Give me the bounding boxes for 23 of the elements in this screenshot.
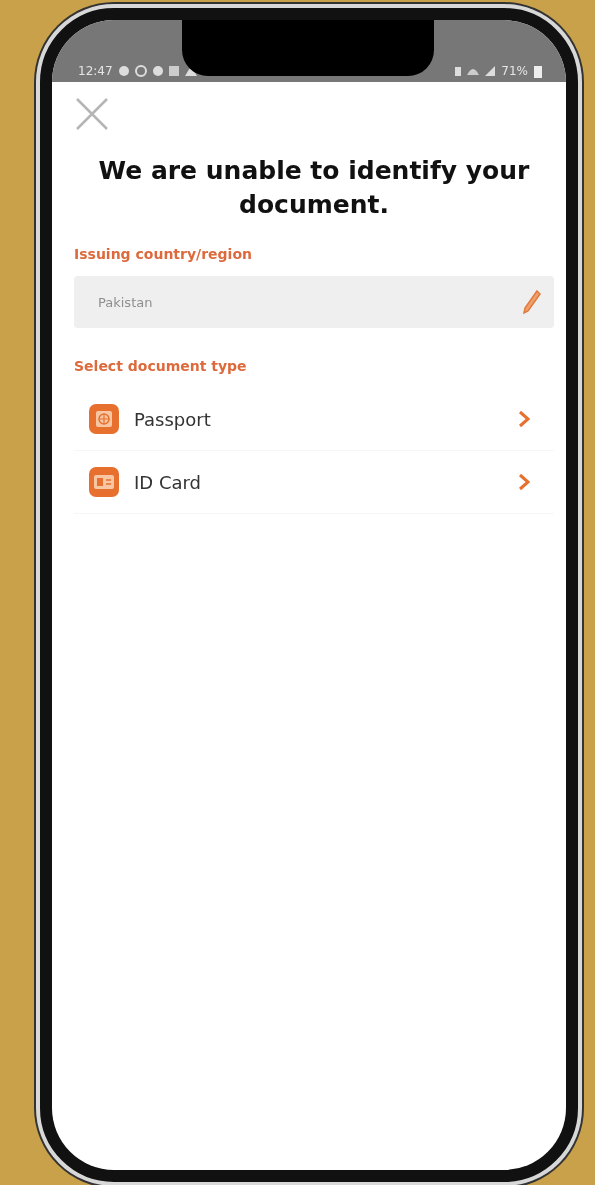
signal-icon [485, 66, 496, 76]
pencil-icon[interactable] [522, 289, 542, 315]
warning-icon [184, 66, 197, 76]
id-card-icon [88, 466, 120, 498]
dot-icon [152, 66, 163, 76]
chevron-right-icon [518, 410, 530, 428]
option-label: Passport [134, 408, 212, 430]
field-label: Issuing country/region [74, 246, 253, 262]
document-type-option[interactable]: Passport [74, 388, 554, 451]
close-button[interactable] [74, 96, 110, 132]
passport-icon [88, 403, 120, 435]
section-label: Select document type [74, 358, 248, 374]
square-icon [168, 66, 179, 76]
battery-percent: 71% [501, 64, 528, 78]
wifi-icon [467, 67, 480, 75]
ring-icon [134, 65, 147, 77]
dot-icon [118, 66, 129, 76]
option-label: ID Card [134, 471, 202, 493]
document-type-option[interactable]: ID Card [74, 451, 554, 514]
page-title: We are unable to identify your document. [97, 155, 531, 221]
battery-icon [534, 64, 542, 78]
status-time: 12:47 [78, 64, 113, 78]
chevron-right-icon [518, 473, 530, 491]
